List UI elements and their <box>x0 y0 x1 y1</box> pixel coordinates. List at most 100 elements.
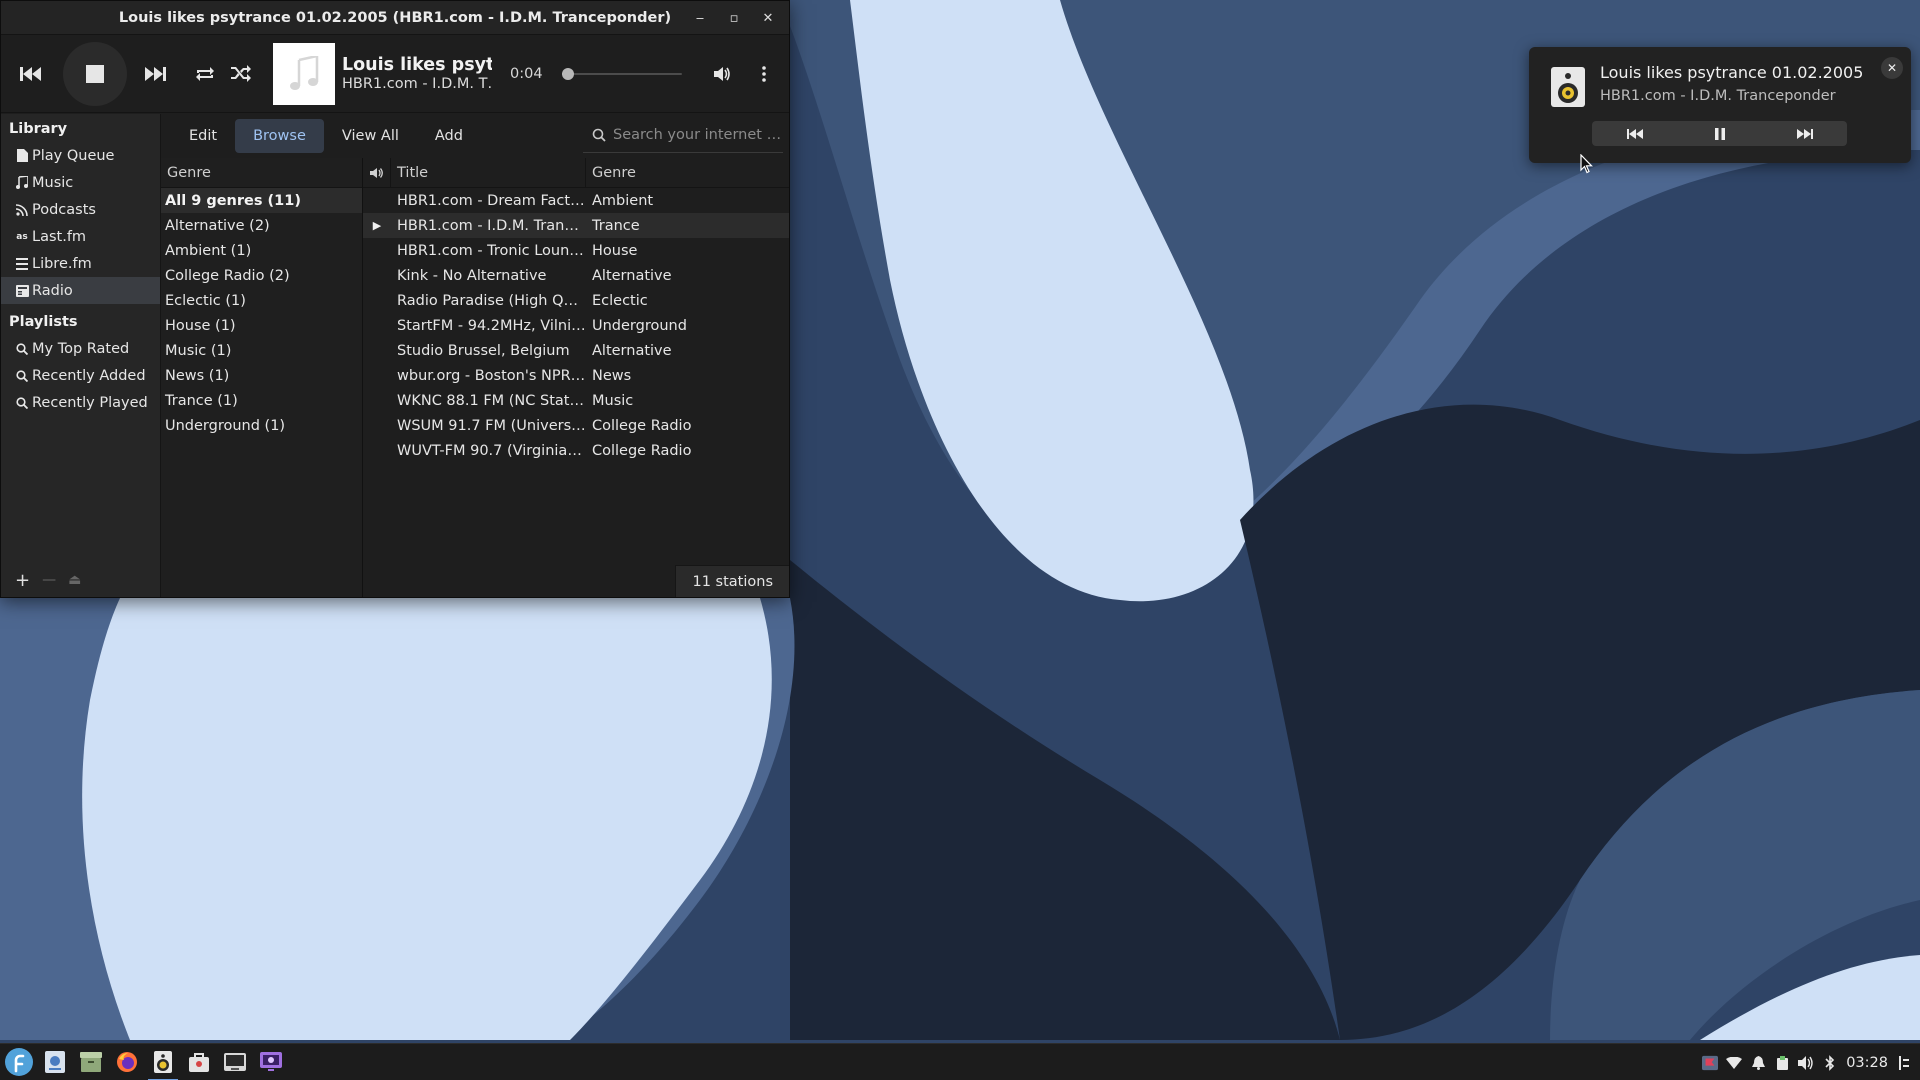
rss-icon <box>15 203 29 217</box>
genre-row[interactable]: House (1) <box>161 313 362 338</box>
table-row[interactable]: Studio Brussel, Belgium Alternative <box>363 338 789 363</box>
notification-pause-button[interactable] <box>1677 121 1762 146</box>
sidebar-item-label: Podcasts <box>32 201 96 218</box>
sidebar-item-librefm[interactable]: Libre.fm <box>1 250 160 277</box>
genre-column-header[interactable]: Genre <box>161 158 362 188</box>
remove-playlist-button[interactable]: — <box>42 572 56 588</box>
close-button[interactable]: ✕ <box>753 5 783 31</box>
lastfm-icon: as <box>16 231 28 242</box>
sidebar-item-play-queue[interactable]: Play Queue <box>1 142 160 169</box>
sidebar-item-label: My Top Rated <box>32 340 130 357</box>
fedora-menu-button[interactable] <box>2 1045 36 1079</box>
next-icon <box>1796 128 1813 139</box>
taskbar-terminal-button[interactable] <box>218 1045 252 1079</box>
table-row[interactable]: WKNC 88.1 FM (NC State) … Music <box>363 388 789 413</box>
station-title: WKNC 88.1 FM (NC State) … <box>397 392 586 409</box>
genre-row[interactable]: Ambient (1) <box>161 238 362 263</box>
sidebar-item-podcasts[interactable]: Podcasts <box>1 196 160 223</box>
sidebar-item-recently-added[interactable]: Recently Added <box>1 362 160 389</box>
sidebar-item-music[interactable]: Music <box>1 169 160 196</box>
genre-row[interactable]: News (1) <box>161 363 362 388</box>
bluetooth-icon[interactable] <box>1822 1054 1838 1071</box>
table-row[interactable]: Radio Paradise (High Qual… Eclectic <box>363 288 789 313</box>
table-row[interactable]: WUVT-FM 90.7 (Virginia T… College Radio <box>363 438 789 463</box>
table-row[interactable]: HBR1.com - Tronic Lounge House <box>363 238 789 263</box>
next-track-button[interactable] <box>137 56 173 92</box>
view-tabs: Edit Browse View All Add Search your int… <box>161 114 789 158</box>
sidebar-item-my-top-rated[interactable]: My Top Rated <box>1 335 160 362</box>
pause-icon <box>1714 127 1725 140</box>
genre-row[interactable]: Eclectic (1) <box>161 288 362 313</box>
screen-recorder-icon <box>260 1052 282 1071</box>
genre-row[interactable]: Music (1) <box>161 338 362 363</box>
now-playing-station: HBR1.com - I.D.M. T… <box>342 76 492 92</box>
volume-icon[interactable] <box>1798 1055 1814 1071</box>
now-playing-notification: Louis likes psytrance 01.02.2005 HBR1.co… <box>1529 47 1911 163</box>
player-toolbar: Louis likes psytr… HBR1.com - I.D.M. T… … <box>1 35 789 113</box>
taskbar-firefox-button[interactable] <box>110 1045 144 1079</box>
table-row[interactable]: StartFM - 94.2MHz, Vilniu… Underground <box>363 313 789 338</box>
tab-browse[interactable]: Browse <box>235 119 324 153</box>
station-genre: College Radio <box>592 442 692 459</box>
previous-icon <box>1626 128 1643 139</box>
seek-slider[interactable] <box>562 67 682 81</box>
taskbar-archive-button[interactable] <box>74 1045 108 1079</box>
flag-notification-icon[interactable] <box>1702 1055 1719 1071</box>
notification-next-button[interactable] <box>1762 121 1847 146</box>
volume-button[interactable] <box>704 56 740 92</box>
eject-button[interactable]: ⏏ <box>68 572 81 588</box>
sidebar-item-label: Radio <box>32 282 73 299</box>
station-genre: Ambient <box>592 192 654 209</box>
previous-track-button[interactable] <box>13 56 49 92</box>
maximize-button[interactable]: ▫ <box>719 5 749 31</box>
search-field[interactable]: Search your internet … <box>583 118 783 153</box>
notification-previous-button[interactable] <box>1592 121 1677 146</box>
table-row[interactable]: WSUM 91.7 FM (Universit… College Radio <box>363 413 789 438</box>
notification-title: Louis likes psytrance 01.02.2005 <box>1600 63 1864 82</box>
sidebar-item-lastfm[interactable]: as Last.fm <box>1 223 160 250</box>
genre-row[interactable]: College Radio (2) <box>161 263 362 288</box>
notification-close-button[interactable]: ✕ <box>1881 57 1903 79</box>
add-playlist-button[interactable]: + <box>15 570 30 591</box>
playing-column-header[interactable] <box>363 157 391 188</box>
clock[interactable]: 03:28 <box>1846 1055 1888 1071</box>
sidebar-item-radio[interactable]: Radio <box>1 277 160 304</box>
taskbar-software-store-button[interactable] <box>182 1045 216 1079</box>
repeat-button[interactable] <box>187 56 223 92</box>
tab-add[interactable]: Add <box>417 119 481 153</box>
taskbar-screen-recorder-button[interactable] <box>254 1045 288 1079</box>
genre-row[interactable]: Trance (1) <box>161 388 362 413</box>
minimize-button[interactable]: ‒ <box>685 5 715 31</box>
table-row[interactable]: ▶ HBR1.com - I.D.M. Trance… Trance <box>363 213 789 238</box>
tab-view-all[interactable]: View All <box>324 119 417 153</box>
search-icon <box>15 396 29 410</box>
search-icon <box>15 342 29 356</box>
genre-row[interactable]: Underground (1) <box>161 413 362 438</box>
list-icon <box>15 257 29 271</box>
genre-row[interactable]: Alternative (2) <box>161 213 362 238</box>
sidebar-item-label: Last.fm <box>32 228 87 245</box>
repeat-icon <box>196 66 214 81</box>
genre-column-header[interactable]: Genre <box>586 165 636 181</box>
wifi-icon[interactable] <box>1726 1055 1743 1071</box>
menu-button[interactable] <box>746 56 782 92</box>
seek-handle[interactable] <box>562 67 574 80</box>
show-desktop-icon[interactable] <box>1896 1055 1912 1071</box>
genre-row[interactable]: All 9 genres (11) <box>161 188 362 213</box>
sidebar-item-label: Recently Played <box>32 394 148 411</box>
table-row[interactable]: HBR1.com - Dream Factory Ambient <box>363 188 789 213</box>
stop-button[interactable] <box>63 41 127 106</box>
title-column-header[interactable]: Title <box>391 157 586 188</box>
tab-edit[interactable]: Edit <box>171 119 235 153</box>
notifications-bell-icon[interactable] <box>1750 1055 1766 1071</box>
sidebar-item-recently-played[interactable]: Recently Played <box>1 389 160 416</box>
taskbar-files-button[interactable] <box>38 1045 72 1079</box>
shuffle-button[interactable] <box>223 56 259 92</box>
station-title: Radio Paradise (High Qual… <box>397 292 586 309</box>
table-row[interactable]: wbur.org - Boston's NPR n… News <box>363 363 789 388</box>
table-row[interactable]: Kink - No Alternative Alternative <box>363 263 789 288</box>
taskbar-music-player-button[interactable] <box>146 1045 180 1080</box>
speaker-icon <box>1551 67 1585 107</box>
clipboard-icon[interactable] <box>1774 1055 1790 1071</box>
genre-pane: Genre All 9 genres (11) Alternative (2) … <box>161 158 363 597</box>
